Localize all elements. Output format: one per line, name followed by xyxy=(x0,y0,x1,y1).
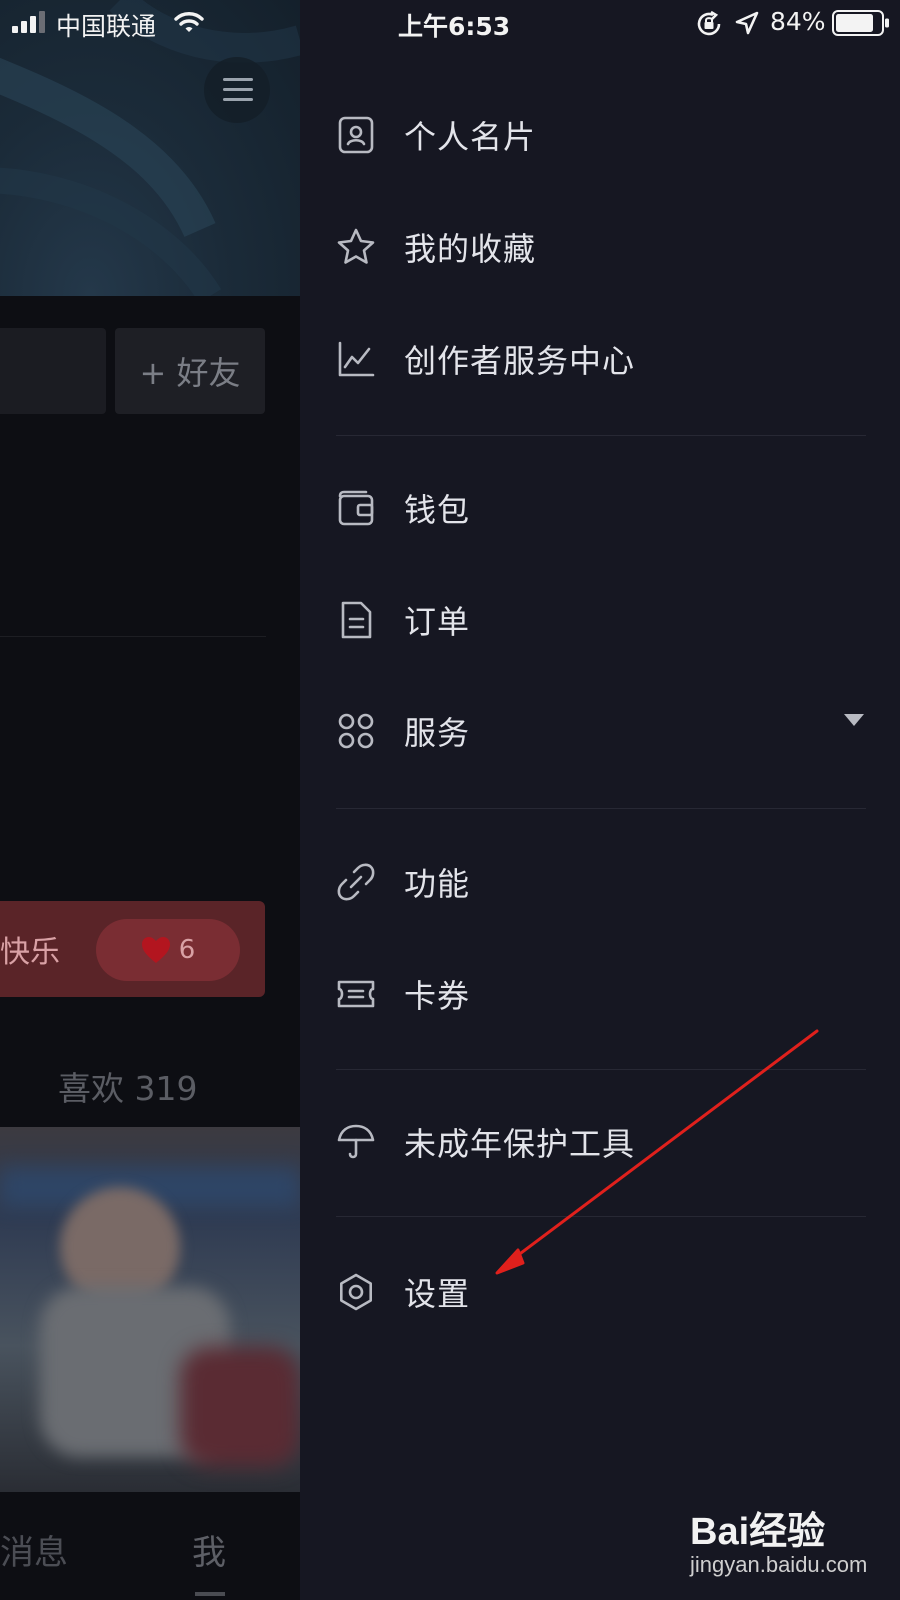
tab-me[interactable]: 我 xyxy=(192,1525,226,1574)
wallet-icon xyxy=(336,488,376,528)
battery-icon xyxy=(832,10,889,36)
menu-button[interactable] xyxy=(204,57,270,123)
drawer-item-label: 我的收藏 xyxy=(404,230,537,268)
rotation-lock-icon xyxy=(697,10,721,36)
location-icon xyxy=(735,11,759,35)
active-tab-indicator xyxy=(195,1592,225,1596)
star-icon xyxy=(336,227,376,267)
drawer-item-creator-center[interactable]: 创作者服务中心 xyxy=(300,314,900,404)
banner-like-pill[interactable]: 6 xyxy=(96,919,240,981)
watermark-brand: Bai经验 xyxy=(690,1511,826,1553)
watermark-url: jingyan.baidu.com xyxy=(690,1552,868,1577)
signal-icon xyxy=(12,11,45,33)
drawer-item-label: 个人名片 xyxy=(404,118,537,156)
heart-icon xyxy=(141,937,170,963)
divider xyxy=(0,636,266,637)
drawer-item-label: 功能 xyxy=(404,865,471,903)
carrier-name: 中国联通 xyxy=(56,12,157,41)
add-friend-button[interactable]: + 好友 xyxy=(115,328,265,414)
drawer-item-orders[interactable]: 订单 xyxy=(300,575,900,665)
profile-background-pane: + 好友 快乐 6 喜欢 319 消息 我 xyxy=(0,0,300,1600)
drawer-divider xyxy=(336,435,866,436)
menu-icon xyxy=(223,78,253,81)
edit-profile-button[interactable] xyxy=(0,328,106,414)
gear-icon xyxy=(336,1272,376,1312)
drawer-item-label: 设置 xyxy=(404,1275,471,1313)
banner-like-count: 6 xyxy=(178,935,196,965)
baidu-jingyan-watermark: Bai经验 jingyan.baidu.com xyxy=(690,1500,890,1590)
ticket-icon xyxy=(336,974,376,1014)
umbrella-icon xyxy=(336,1122,376,1162)
drawer-item-features[interactable]: 功能 xyxy=(300,837,900,927)
tab-messages[interactable]: 消息 xyxy=(0,1525,68,1574)
drawer-item-minor-protection[interactable]: 未成年保护工具 xyxy=(300,1097,900,1187)
promo-banner[interactable]: 快乐 6 xyxy=(0,901,265,997)
drawer-item-label: 卡券 xyxy=(404,977,471,1015)
drawer-item-favorites[interactable]: 我的收藏 xyxy=(300,202,900,292)
chart-icon xyxy=(336,339,376,379)
drawer-item-wallet[interactable]: 钱包 xyxy=(300,463,900,553)
drawer-item-coupons[interactable]: 卡券 xyxy=(300,949,900,1039)
grid-services-icon xyxy=(336,711,376,751)
profile-card-icon xyxy=(336,115,376,155)
link-icon xyxy=(336,862,376,902)
add-friend-label: + 好友 xyxy=(139,354,241,392)
drawer-item-profile-card[interactable]: 个人名片 xyxy=(300,90,900,180)
drawer-item-label: 钱包 xyxy=(404,491,471,529)
order-document-icon xyxy=(336,600,376,640)
video-thumbnail[interactable] xyxy=(0,1127,300,1492)
chevron-down-icon[interactable] xyxy=(844,714,864,726)
clock: 上午6:53 xyxy=(398,12,511,41)
status-bar: 中国联通 上午6:53 84% xyxy=(0,0,900,46)
banner-text: 快乐 xyxy=(0,935,60,970)
wifi-icon xyxy=(174,12,204,32)
drawer-item-services[interactable]: 服务 xyxy=(300,686,900,776)
drawer-item-label: 订单 xyxy=(404,603,471,641)
drawer-item-label: 创作者服务中心 xyxy=(404,342,636,380)
drawer-divider xyxy=(336,808,866,809)
side-drawer: 个人名片 我的收藏 创作者服务中心 钱包 订单 服务 功能 卡券 未成年保护工具… xyxy=(300,0,900,1600)
drawer-item-label: 服务 xyxy=(404,714,471,752)
drawer-item-label: 未成年保护工具 xyxy=(404,1125,636,1163)
likes-tab-label[interactable]: 喜欢 319 xyxy=(58,1062,197,1110)
drawer-divider xyxy=(336,1069,866,1070)
drawer-divider xyxy=(336,1216,866,1217)
battery-percent: 84% xyxy=(770,7,826,36)
drawer-item-settings[interactable]: 设置 xyxy=(300,1247,900,1337)
